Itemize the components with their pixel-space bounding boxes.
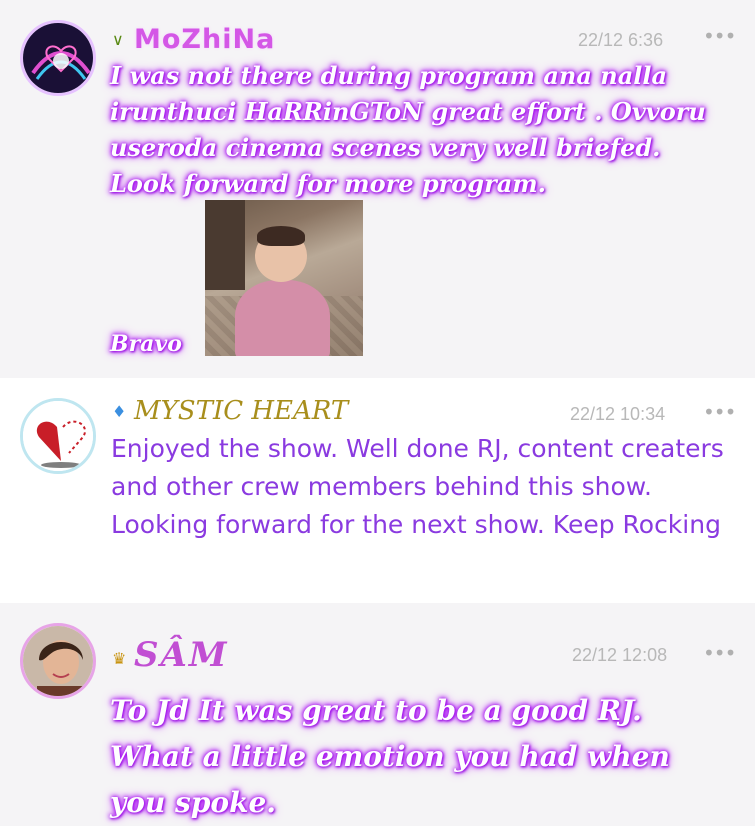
avatar-image [23, 626, 93, 696]
timestamp: 22/12 10:34 [570, 404, 666, 424]
timestamp: 22/12 6:36 [578, 30, 664, 50]
username[interactable]: MYSTIC HEART [134, 396, 348, 426]
avatar[interactable] [20, 20, 96, 96]
crown-icon: ♛ [112, 649, 127, 668]
username[interactable]: SÂM [134, 635, 229, 675]
comment-text: I was not there during program ana nalla… [110, 61, 706, 198]
diamond-icon: ♦ [112, 402, 127, 421]
more-options-icon[interactable]: ••• [703, 641, 736, 665]
avatar[interactable] [20, 623, 96, 699]
comment-item: ♛ SÂM 22/12 12:08 ••• To Jd It was great… [0, 603, 755, 819]
comment-item: ∨ MoZhiNa 22/12 6:36 ••• I was not there… [0, 0, 755, 378]
attached-photo[interactable] [205, 200, 363, 356]
more-options-icon[interactable]: ••• [703, 400, 736, 424]
avatar-image [23, 23, 93, 93]
comment-text: Enjoyed the show. Well done RJ, content … [111, 434, 724, 539]
avatar-image [23, 401, 93, 471]
username[interactable]: MoZhiNa [134, 24, 275, 55]
photo-subject-body [235, 280, 330, 356]
more-options-icon[interactable]: ••• [703, 24, 736, 48]
comment-text: To Jd It was great to be a good RJ. What… [110, 694, 670, 819]
comment-footer-text: Bravo [110, 331, 182, 357]
photo-subject-hair [257, 226, 305, 246]
leaf-badge-icon: ∨ [112, 30, 124, 49]
avatar[interactable] [20, 398, 96, 474]
comment-item: ♦ MYSTIC HEART 22/12 10:34 ••• Enjoyed t… [0, 378, 755, 603]
timestamp: 22/12 12:08 [572, 645, 668, 665]
photo-background [205, 200, 245, 290]
